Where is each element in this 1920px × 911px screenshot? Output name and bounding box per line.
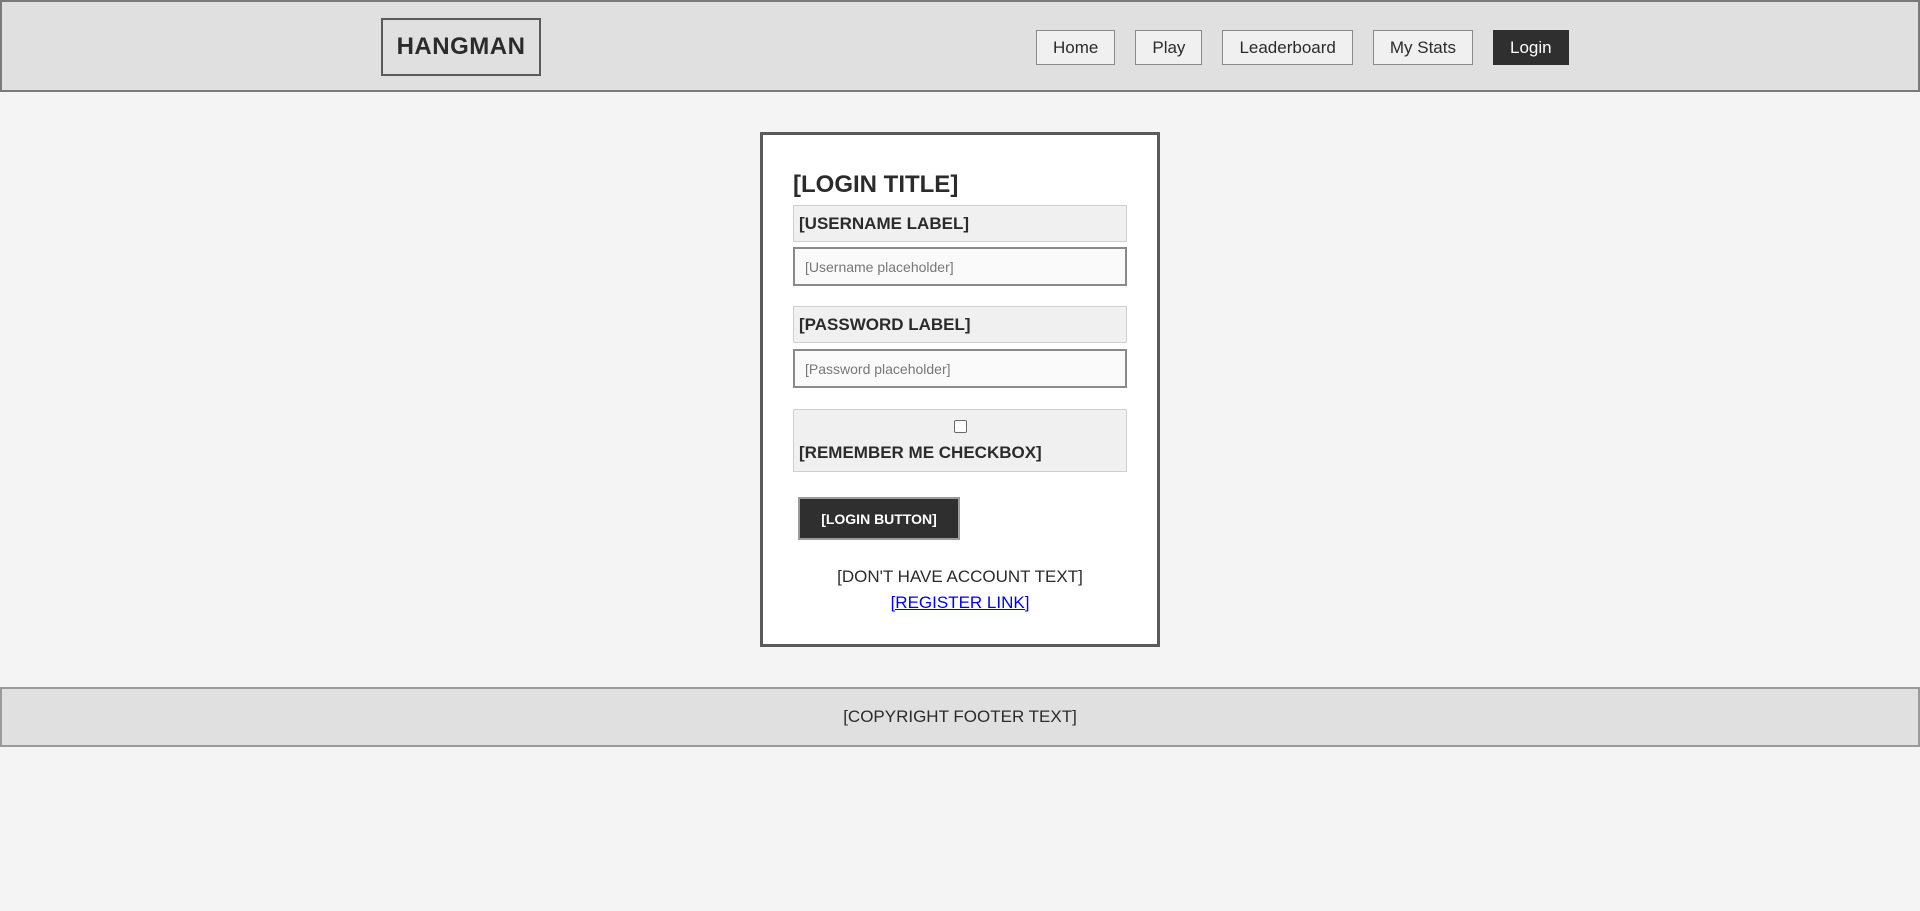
- nav-play-button[interactable]: Play: [1135, 30, 1203, 65]
- main-nav: Home Play Leaderboard My Stats Login: [1036, 30, 1569, 65]
- remember-me-checkbox[interactable]: [954, 420, 967, 433]
- copyright-text: [COPYRIGHT FOOTER TEXT]: [843, 707, 1077, 726]
- register-link[interactable]: [REGISTER LINK]: [891, 593, 1030, 612]
- remember-me-label: [REMEMBER ME CHECKBOX]: [799, 443, 1042, 462]
- login-title: [LOGIN TITLE]: [793, 171, 959, 198]
- login-card: [LOGIN TITLE] [USERNAME LABEL] [PASSWORD…: [760, 132, 1160, 647]
- site-header: HANGMAN Home Play Leaderboard My Stats L…: [0, 0, 1920, 92]
- username-label: [USERNAME LABEL]: [793, 205, 1127, 242]
- remember-me-group: [REMEMBER ME CHECKBOX]: [793, 409, 1127, 472]
- register-prompt: [DON'T HAVE ACCOUNT TEXT] [REGISTER LINK…: [793, 564, 1127, 616]
- password-label: [PASSWORD LABEL]: [793, 306, 1127, 343]
- nav-home-button[interactable]: Home: [1036, 30, 1116, 65]
- nav-my-stats-button[interactable]: My Stats: [1372, 30, 1473, 65]
- login-button[interactable]: [LOGIN BUTTON]: [798, 497, 960, 540]
- username-input[interactable]: [793, 247, 1127, 286]
- site-footer: [COPYRIGHT FOOTER TEXT]: [0, 687, 1920, 747]
- password-input[interactable]: [793, 349, 1127, 388]
- nav-leaderboard-button[interactable]: Leaderboard: [1222, 30, 1353, 65]
- site-logo[interactable]: HANGMAN: [381, 18, 541, 76]
- no-account-text: [DON'T HAVE ACCOUNT TEXT]: [837, 567, 1083, 586]
- nav-login-button[interactable]: Login: [1492, 30, 1569, 65]
